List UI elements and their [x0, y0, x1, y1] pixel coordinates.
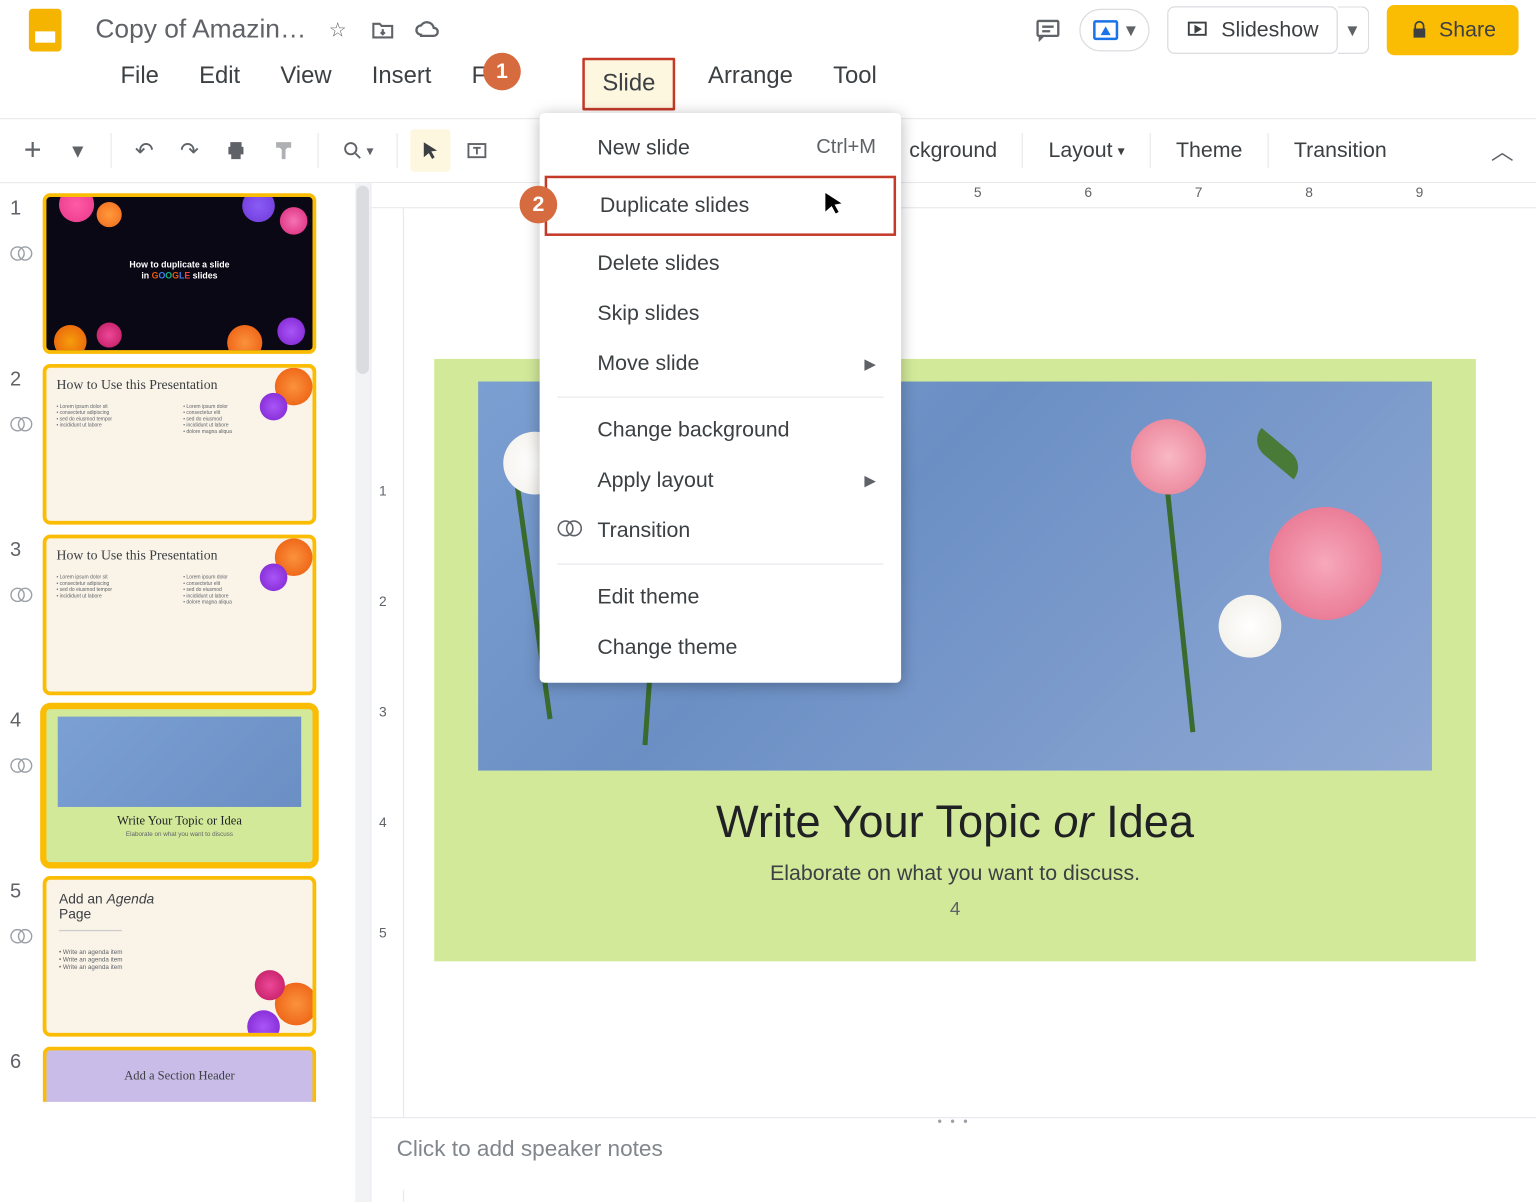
menu-delete-slides[interactable]: Delete slides: [540, 238, 901, 288]
slide-number: 5: [10, 876, 43, 904]
textbox-tool[interactable]: [455, 129, 498, 172]
cursor-icon: [821, 191, 849, 226]
share-button[interactable]: Share: [1386, 5, 1518, 55]
layout-button[interactable]: Layout▾: [1036, 138, 1137, 163]
slide-thumbnail-6[interactable]: Add a Section Header: [43, 1047, 317, 1102]
slide-number: 1: [10, 193, 43, 221]
slideshow-dropdown[interactable]: ▾: [1337, 6, 1368, 54]
menu-arrange[interactable]: Arrange: [701, 58, 801, 111]
menu-insert[interactable]: Insert: [364, 58, 439, 111]
transition-icon: [10, 417, 33, 432]
star-icon[interactable]: ☆: [324, 16, 352, 44]
toolbar-collapse-button[interactable]: ︿: [1481, 129, 1524, 172]
drag-handle-icon[interactable]: • • •: [937, 1116, 970, 1130]
menu-change-theme[interactable]: Change theme: [540, 622, 901, 672]
move-folder-icon[interactable]: [369, 16, 397, 44]
menu-tools[interactable]: Tool: [826, 58, 885, 111]
slide-subtitle[interactable]: Elaborate on what you want to discuss.: [434, 861, 1476, 886]
menu-slide[interactable]: Slide: [582, 58, 675, 111]
transition-button[interactable]: Transition: [1281, 138, 1399, 163]
slide-thumbnail-3[interactable]: How to Use this Presentation • Lorem ips…: [43, 535, 317, 696]
annotation-badge-2: 2: [520, 186, 558, 224]
annotation-badge-1: 1: [483, 53, 521, 91]
slide-thumbnail-1[interactable]: How to duplicate a slidein GOOGLE slides: [43, 193, 317, 354]
slideshow-button[interactable]: Slideshow: [1167, 6, 1337, 54]
document-title[interactable]: Copy of Amazin…: [95, 15, 306, 45]
slide-number: 2: [10, 364, 43, 392]
menu-view[interactable]: View: [273, 58, 339, 111]
theme-button[interactable]: Theme: [1163, 138, 1255, 163]
vertical-ruler: 1 2 3 4 5: [371, 208, 404, 1202]
menu-edit-theme[interactable]: Edit theme: [540, 572, 901, 622]
slide-thumbnail-4[interactable]: Write Your Topic or Idea Elaborate on wh…: [43, 705, 317, 866]
cloud-status-icon[interactable]: [414, 16, 442, 44]
comments-icon[interactable]: [1034, 16, 1062, 44]
transition-icon: [10, 246, 33, 261]
slide-number: 4: [10, 705, 43, 733]
transition-icon: [10, 758, 33, 773]
slide-thumbnail-2[interactable]: How to Use this Presentation • Lorem ips…: [43, 364, 317, 525]
menu-change-background[interactable]: Change background: [540, 405, 901, 455]
slide-number: 6: [10, 1047, 43, 1075]
lock-icon: [1409, 20, 1429, 40]
new-slide-button[interactable]: +: [13, 129, 53, 172]
paint-format-button[interactable]: [262, 129, 305, 172]
speaker-notes[interactable]: • • • Click to add speaker notes: [371, 1117, 1536, 1190]
slide-title[interactable]: Write Your Topic or Idea: [434, 796, 1476, 849]
slideshow-label: Slideshow: [1221, 18, 1318, 43]
background-button[interactable]: ckground: [897, 138, 1010, 163]
present-button[interactable]: ▾: [1079, 9, 1149, 52]
menu-file[interactable]: File: [113, 58, 166, 111]
menu-transition[interactable]: Transition: [540, 506, 901, 556]
slide-thumbnail-5[interactable]: Add an AgendaPage • Write an agenda item…: [43, 876, 317, 1037]
menu-edit[interactable]: Edit: [192, 58, 248, 111]
share-label: Share: [1439, 18, 1496, 43]
transition-icon: [10, 587, 33, 602]
transition-icon: [557, 518, 582, 543]
menu-apply-layout[interactable]: Apply layout▶: [540, 456, 901, 506]
print-button[interactable]: [215, 129, 258, 172]
undo-button[interactable]: ↶: [124, 129, 164, 172]
present-icon: [1093, 20, 1118, 40]
app-logo[interactable]: [18, 5, 73, 55]
menu-move-slide[interactable]: Move slide▶: [540, 339, 901, 389]
thumbnail-scrollbar[interactable]: [355, 183, 370, 1202]
menu-new-slide[interactable]: New slideCtrl+M: [540, 123, 901, 173]
select-tool[interactable]: [410, 129, 450, 172]
menu-skip-slides[interactable]: Skip slides: [540, 289, 901, 339]
new-slide-dropdown[interactable]: ▾: [58, 129, 98, 172]
slide-thumbnail-panel: 1 How to duplicate a slidein GOOGLE: [0, 183, 371, 1202]
zoom-button[interactable]: ▾: [331, 129, 383, 172]
redo-button[interactable]: ↷: [169, 129, 209, 172]
slide-page-number: 4: [434, 899, 1476, 920]
transition-icon: [10, 929, 33, 944]
slide-number: 3: [10, 535, 43, 563]
